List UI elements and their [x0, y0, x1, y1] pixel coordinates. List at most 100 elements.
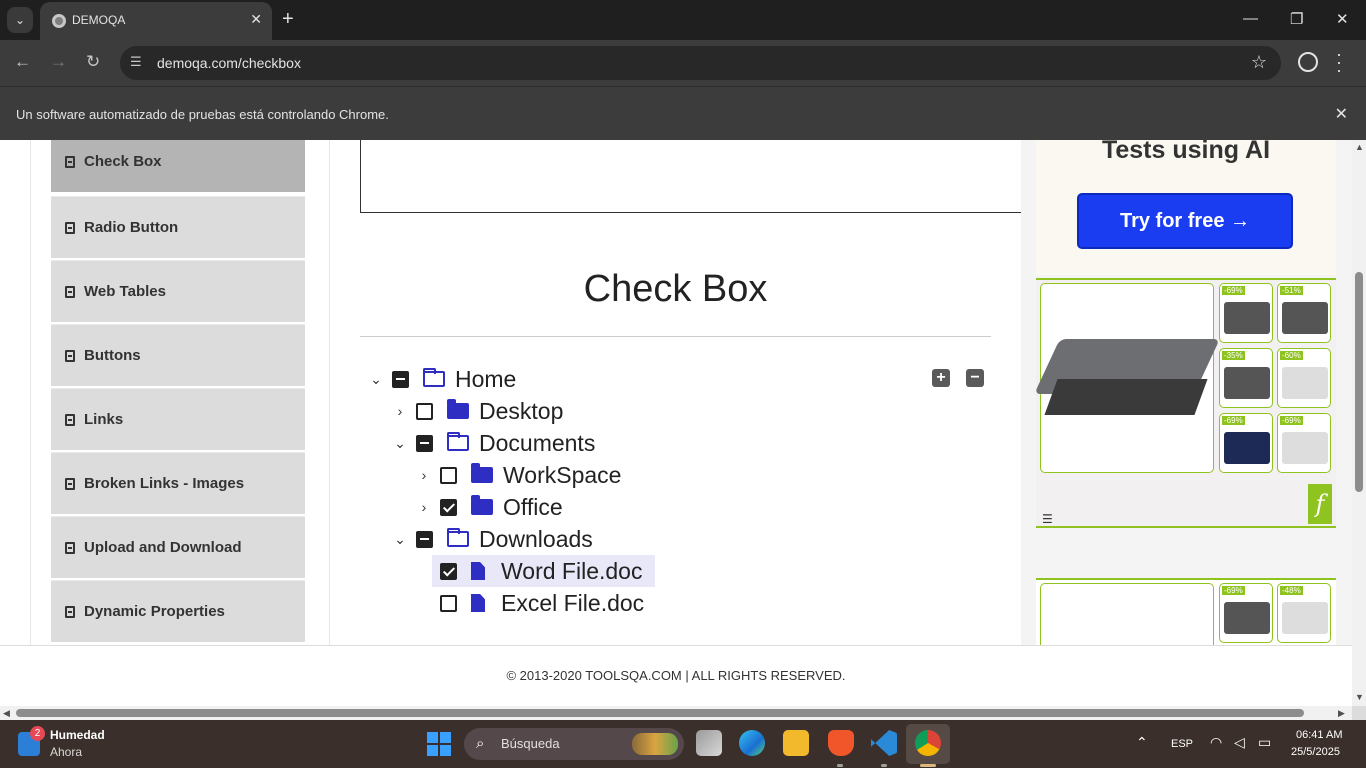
- sidebar-item-check-box[interactable]: Check Box: [51, 140, 305, 192]
- horizontal-scroll-thumb[interactable]: [16, 709, 1304, 717]
- address-bar[interactable]: ☰ demoqa.com/checkbox ☆: [120, 46, 1281, 80]
- bookmark-star-icon[interactable]: ☆: [1251, 52, 1267, 73]
- reload-icon[interactable]: ↻: [86, 52, 100, 72]
- checkbox-excel-file[interactable]: [440, 594, 457, 612]
- thumb-image: [1224, 367, 1270, 399]
- clock-time[interactable]: 06:41 AM: [1296, 729, 1342, 741]
- new-tab-icon[interactable]: +: [282, 8, 294, 30]
- brave-icon[interactable]: [828, 730, 854, 756]
- tree-label-word-file[interactable]: Word File.doc: [501, 558, 642, 585]
- discount-badge: -35%: [1222, 351, 1245, 360]
- site-settings-icon[interactable]: ☰: [130, 54, 148, 72]
- ad-banner[interactable]: -69% -51% -35% -60% -69% -69% f ☰: [1034, 278, 1336, 528]
- tree-node-home: ⌄ Home: [368, 364, 516, 394]
- checkbox-documents[interactable]: [416, 434, 433, 452]
- weather-title[interactable]: Humedad: [50, 728, 105, 742]
- checkbox-desktop[interactable]: [416, 402, 433, 420]
- chevron-right-icon[interactable]: ›: [416, 499, 432, 515]
- windows-start-icon[interactable]: [427, 732, 451, 756]
- ad-thumb[interactable]: -69%: [1219, 283, 1273, 343]
- checkbox-downloads[interactable]: [416, 530, 433, 548]
- back-icon[interactable]: ←: [14, 52, 31, 72]
- scroll-up-icon[interactable]: ▲: [1355, 142, 1364, 152]
- tab-search-icon[interactable]: ⌄: [7, 7, 33, 33]
- ad-thumb[interactable]: -60%: [1277, 348, 1331, 408]
- sidebar-item-buttons[interactable]: Buttons: [51, 324, 305, 386]
- sidebar-item-web-tables[interactable]: Web Tables: [51, 260, 305, 322]
- browser-tab[interactable]: DEMOQA ✕: [40, 2, 272, 40]
- sidebar-item-links[interactable]: Links: [51, 388, 305, 450]
- tree-label-documents[interactable]: Documents: [479, 430, 595, 457]
- ad-thumb[interactable]: -69%: [1219, 583, 1273, 643]
- sidebar-item-upload-download[interactable]: Upload and Download: [51, 516, 305, 578]
- task-view-icon[interactable]: [696, 730, 722, 756]
- ad-thumb[interactable]: -69%: [1219, 413, 1273, 473]
- forward-icon[interactable]: →: [50, 52, 67, 72]
- sidebar-item-dynamic-properties[interactable]: Dynamic Properties: [51, 580, 305, 642]
- menu-icon[interactable]: · · ·: [1336, 45, 1342, 79]
- discount-badge: -69%: [1222, 286, 1245, 295]
- infobar-close-icon[interactable]: ✕: [1335, 104, 1348, 124]
- sidebar-item-broken-links[interactable]: Broken Links - Images: [51, 452, 305, 514]
- restore-icon[interactable]: ❐: [1290, 10, 1303, 28]
- sidebar-item-label: Links: [84, 411, 124, 428]
- tree-label-downloads[interactable]: Downloads: [479, 526, 593, 553]
- folder-icon: [471, 463, 493, 483]
- wifi-icon[interactable]: ◠: [1210, 734, 1222, 751]
- tree-label-office[interactable]: Office: [503, 494, 563, 521]
- taskbar-search[interactable]: ⌕ Búsqueda: [464, 728, 684, 760]
- search-icon: ⌕: [476, 735, 485, 752]
- sidebar-item-label: Radio Button: [84, 219, 179, 236]
- collapse-all-button[interactable]: −: [966, 369, 984, 387]
- ad-brand-logo[interactable]: f: [1308, 484, 1332, 524]
- checkbox-home[interactable]: [392, 370, 409, 388]
- scroll-right-icon[interactable]: ▶: [1338, 708, 1345, 719]
- checkbox-office[interactable]: [440, 498, 457, 516]
- tree-label-home[interactable]: Home: [455, 366, 516, 393]
- url-text[interactable]: demoqa.com/checkbox: [157, 55, 301, 71]
- language-indicator[interactable]: ESP: [1171, 738, 1193, 750]
- chevron-down-icon[interactable]: ⌄: [368, 371, 384, 388]
- sidebar-item-radio-button[interactable]: Radio Button: [51, 196, 305, 258]
- ad-thumb[interactable]: -48%: [1277, 583, 1331, 643]
- infobar-text: Un software automatizado de pruebas está…: [16, 107, 389, 122]
- discount-badge: -69%: [1280, 416, 1303, 425]
- volume-icon[interactable]: ◁: [1234, 734, 1245, 751]
- battery-icon[interactable]: ▭: [1258, 734, 1271, 751]
- chevron-down-icon[interactable]: ⌄: [392, 435, 408, 452]
- ad-cta-button[interactable]: Try for free →: [1077, 193, 1293, 249]
- vertical-scrollbar[interactable]: ▲ ▼: [1352, 140, 1366, 706]
- ad-thumb[interactable]: -69%: [1277, 413, 1331, 473]
- ad-options-icon[interactable]: ☰: [1042, 512, 1053, 526]
- tab-close-icon[interactable]: ✕: [250, 11, 262, 28]
- checkbox-word-file[interactable]: [440, 562, 457, 580]
- ad-product-image[interactable]: [1034, 283, 1220, 473]
- scroll-down-icon[interactable]: ▼: [1355, 692, 1364, 702]
- chevron-right-icon[interactable]: ›: [392, 403, 408, 419]
- tree-label-desktop[interactable]: Desktop: [479, 398, 563, 425]
- close-window-icon[interactable]: ✕: [1336, 10, 1349, 28]
- file-explorer-icon[interactable]: [783, 730, 809, 756]
- vertical-scroll-thumb[interactable]: [1355, 272, 1363, 492]
- vscode-icon[interactable]: [871, 730, 897, 756]
- profile-icon[interactable]: [1298, 52, 1318, 72]
- scroll-left-icon[interactable]: ◀: [3, 708, 10, 719]
- horizontal-scrollbar[interactable]: ◀ ▶: [0, 706, 1352, 720]
- checkbox-workspace[interactable]: [440, 466, 457, 484]
- ad-thumb[interactable]: -51%: [1277, 283, 1331, 343]
- weather-subtitle[interactable]: Ahora: [50, 745, 82, 759]
- chevron-right-icon[interactable]: ›: [416, 467, 432, 483]
- page-viewport: Check Box Radio Button Web Tables Button…: [0, 140, 1352, 706]
- tree-node-downloads: ⌄ Downloads: [392, 524, 593, 554]
- chrome-icon[interactable]: [915, 730, 941, 756]
- tree-label-excel-file[interactable]: Excel File.doc: [501, 590, 644, 617]
- minimize-icon[interactable]: —: [1243, 10, 1258, 27]
- chevron-up-icon[interactable]: ⌃: [1136, 734, 1148, 751]
- ad-thumb[interactable]: -35%: [1219, 348, 1273, 408]
- chevron-down-icon[interactable]: ⌄: [392, 531, 408, 548]
- clock-date[interactable]: 25/5/2025: [1291, 746, 1340, 758]
- edge-icon[interactable]: [739, 730, 765, 756]
- expand-all-button[interactable]: +: [932, 369, 950, 387]
- ad-column: Tests using AI Try for free → -69% -51% …: [1021, 140, 1352, 663]
- tree-label-workspace[interactable]: WorkSpace: [503, 462, 621, 489]
